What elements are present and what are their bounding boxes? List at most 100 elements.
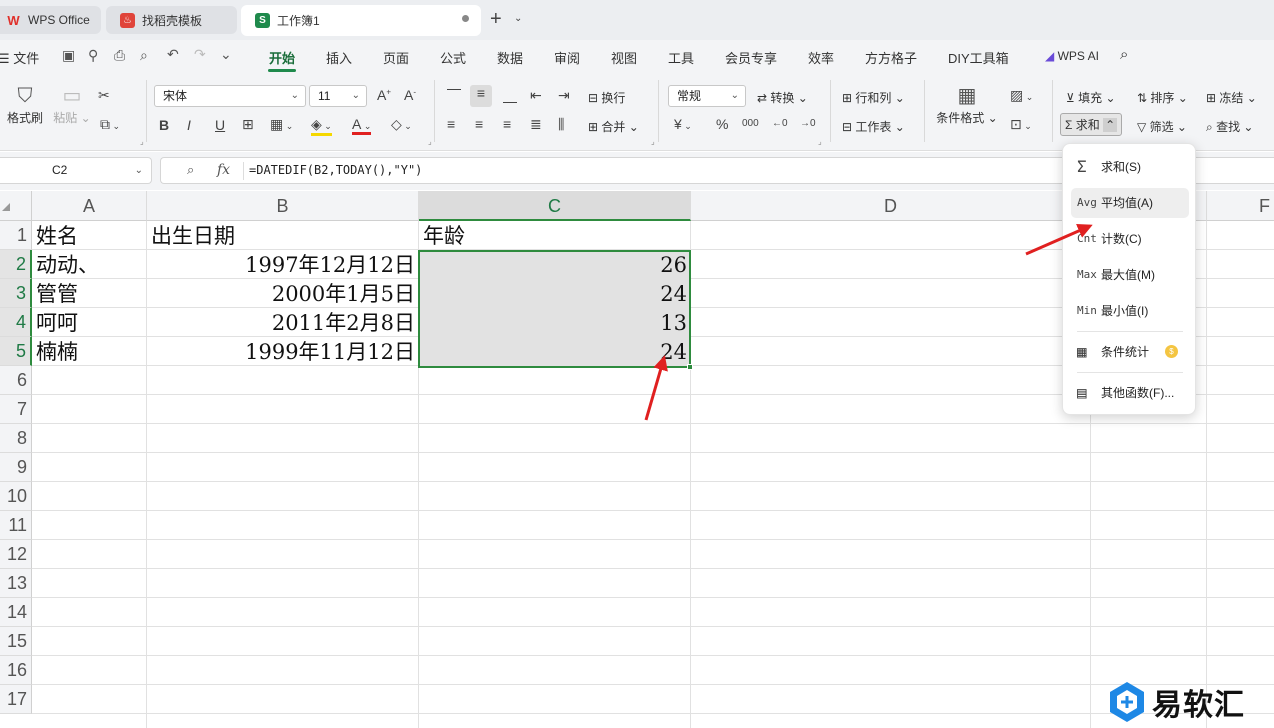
column-header-d[interactable]: D xyxy=(691,191,1091,221)
cell-b2[interactable]: 1997年12月12日 xyxy=(147,250,419,279)
freeze-button[interactable]: ⊞ 冻结 ⌄ xyxy=(1206,89,1257,106)
row-header-1[interactable]: 1 xyxy=(0,221,32,250)
menu-item-conditional-stats[interactable]: ▦ 条件统计 $ xyxy=(1071,337,1189,367)
menu-efficiency[interactable]: 效率 xyxy=(808,48,834,67)
row-header-15[interactable]: 15 xyxy=(0,627,32,656)
cell-c1[interactable]: 年龄 xyxy=(419,221,691,250)
paste-button[interactable]: ▭ 粘贴 ⌄ xyxy=(52,83,92,126)
clear-format-icon[interactable]: ◇ ⌄ xyxy=(391,116,412,133)
sort-button[interactable]: ⇅ 排序 ⌄ xyxy=(1137,89,1188,106)
tab-docer-templates[interactable]: ♨ 找稻壳模板 xyxy=(106,6,237,34)
align-right-icon[interactable]: ≡ xyxy=(503,116,511,132)
font-name-select[interactable]: 宋体 ⌄ xyxy=(154,85,306,107)
menu-formula[interactable]: 公式 xyxy=(440,48,466,67)
copy-icon[interactable]: ⧉ ⌄ xyxy=(100,116,120,133)
menu-review[interactable]: 审阅 xyxy=(554,48,580,67)
row-header-4[interactable]: 4 xyxy=(0,308,32,337)
cell-a1[interactable]: 姓名 xyxy=(32,221,147,250)
menu-fangfang[interactable]: 方方格子 xyxy=(865,48,917,67)
row-header-7[interactable]: 7 xyxy=(0,395,32,424)
row-header-3[interactable]: 3 xyxy=(0,279,32,308)
cell-a2[interactable]: 动动、 xyxy=(32,250,147,279)
zoom-icon[interactable]: ⌕ xyxy=(187,162,194,178)
convert-button[interactable]: ⇄ 转换 ⌄ xyxy=(757,89,808,106)
number-format-select[interactable]: 常规 ⌄ xyxy=(668,85,746,107)
wrap-text-button[interactable]: ⊟ 换行 xyxy=(588,89,625,106)
row-header-6[interactable]: 6 xyxy=(0,366,32,395)
align-middle-icon[interactable]: ≡ xyxy=(470,85,492,107)
menu-tools[interactable]: 工具 xyxy=(668,48,694,67)
menu-page[interactable]: 页面 xyxy=(383,48,409,67)
search-icon[interactable]: ⌕ xyxy=(1120,46,1128,63)
percent-button[interactable]: % xyxy=(716,116,728,132)
menu-item-max[interactable]: Max 最大值(M) xyxy=(1071,260,1189,290)
underline-button[interactable]: U xyxy=(215,117,225,133)
column-header-a[interactable]: A xyxy=(32,191,147,221)
cell-b3[interactable]: 2000年1月5日 xyxy=(147,279,419,308)
print-icon[interactable]: ⎙ xyxy=(114,47,125,64)
row-header-5[interactable]: 5 xyxy=(0,337,32,366)
unsaved-dot-icon[interactable] xyxy=(462,15,469,22)
row-header-14[interactable]: 14 xyxy=(0,598,32,627)
cut-icon[interactable]: ✂ xyxy=(98,87,110,104)
conditional-format-button[interactable]: ▦ 条件格式 ⌄ xyxy=(934,83,1000,126)
merge-cells-button[interactable]: ⊞ 合并 ⌄ xyxy=(588,118,639,135)
row-header-9[interactable]: 9 xyxy=(0,453,32,482)
cell-b1[interactable]: 出生日期 xyxy=(147,221,419,250)
column-header-b[interactable]: B xyxy=(147,191,419,221)
menu-insert[interactable]: 插入 xyxy=(326,48,352,67)
sum-button[interactable]: Σ 求和 ⌃ xyxy=(1060,113,1123,136)
name-box[interactable]: C2 ⌄ xyxy=(0,157,152,184)
fx-icon[interactable]: fx xyxy=(217,162,230,178)
column-header-f[interactable]: F xyxy=(1207,191,1274,221)
tab-workbook1[interactable]: S 工作簿1 xyxy=(241,5,481,36)
decrease-decimal-icon[interactable]: →0 xyxy=(800,118,816,129)
format-painter-button[interactable]: ⛉ 格式刷 xyxy=(5,83,45,126)
currency-button[interactable]: ¥ ⌄ xyxy=(674,116,692,132)
row-header-12[interactable]: 12 xyxy=(0,540,32,569)
cell-b4[interactable]: 2011年2月8日 xyxy=(147,308,419,337)
border-icon[interactable]: ▦ ⌄ xyxy=(270,116,293,133)
menu-data[interactable]: 数据 xyxy=(497,48,523,67)
menu-member[interactable]: 会员专享 xyxy=(725,48,777,67)
cell-b5[interactable]: 1999年11月12日 xyxy=(147,337,419,366)
dialog-launcher-icon[interactable]: ⌟ xyxy=(140,137,144,146)
bold-button[interactable]: B xyxy=(159,117,169,133)
chevron-down-icon[interactable]: ⌄ xyxy=(220,46,232,63)
cell-style-icon[interactable]: ▨ ⌄ xyxy=(1010,87,1033,104)
tab-wps-office[interactable]: W WPS Office xyxy=(0,6,101,34)
row-header-13[interactable]: 13 xyxy=(0,569,32,598)
save-icon[interactable]: ▣ xyxy=(62,47,75,64)
fill-handle[interactable] xyxy=(687,364,693,370)
increase-font-icon[interactable]: A+ xyxy=(377,87,391,103)
increase-decimal-icon[interactable]: ←0 xyxy=(772,118,788,129)
dialog-launcher-icon[interactable]: ⌟ xyxy=(428,137,432,146)
strikethrough-icon[interactable]: ⊞ xyxy=(242,116,254,133)
filter-button[interactable]: ▽ 筛选 ⌄ xyxy=(1137,118,1187,135)
row-header-17[interactable]: 17 xyxy=(0,685,32,714)
decrease-indent-icon[interactable]: ⇤ xyxy=(530,87,542,104)
print-preview-icon[interactable]: ⌕ xyxy=(140,47,148,64)
row-header-8[interactable]: 8 xyxy=(0,424,32,453)
rows-cols-button[interactable]: ⊞ 行和列 ⌄ xyxy=(842,89,905,106)
cell-a5[interactable]: 楠楠 xyxy=(32,337,147,366)
crop-icon[interactable]: ⊡ ⌄ xyxy=(1010,116,1032,133)
row-header-10[interactable]: 10 xyxy=(0,482,32,511)
justify-icon[interactable]: ≣ xyxy=(530,116,542,133)
dialog-launcher-icon[interactable]: ⌟ xyxy=(818,137,822,146)
decrease-font-icon[interactable]: A- xyxy=(404,87,416,103)
dialog-launcher-icon[interactable]: ⌟ xyxy=(651,137,655,146)
menu-wps-ai[interactable]: ◢ WPS AI xyxy=(1045,49,1099,63)
distributed-icon[interactable]: ⫼ xyxy=(558,116,564,133)
row-header-2[interactable]: 2 xyxy=(0,250,32,279)
column-header-c[interactable]: C xyxy=(419,191,691,221)
align-top-icon[interactable]: ⎺ xyxy=(447,87,461,104)
fill-button[interactable]: ⊻ 填充 ⌄ xyxy=(1066,89,1116,106)
menu-item-count[interactable]: Cnt 计数(C) xyxy=(1071,224,1189,254)
menu-item-average[interactable]: Avg 平均值(A) xyxy=(1071,188,1189,218)
menu-home[interactable]: 开始 xyxy=(269,48,295,67)
worksheet-button[interactable]: ⊟ 工作表 ⌄ xyxy=(842,118,905,135)
font-color-icon[interactable]: A ⌄ xyxy=(352,116,372,135)
menu-view[interactable]: 视图 xyxy=(611,48,637,67)
menu-item-other-functions[interactable]: ▤ 其他函数(F)... xyxy=(1071,378,1189,408)
